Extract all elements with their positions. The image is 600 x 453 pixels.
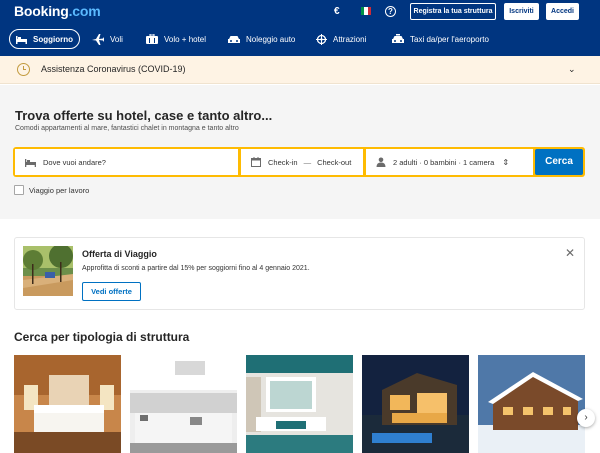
logo-main-text: Booking [14, 3, 69, 19]
work-trip-checkbox-row[interactable]: Viaggio per lavoro [14, 185, 89, 195]
covid-banner-label: Assistenza Coronavirus (COVID-19) [41, 64, 186, 74]
suitcase-icon [146, 34, 158, 44]
checkout-label[interactable]: Check-out [317, 158, 351, 167]
register-property-button[interactable]: Registra la tua struttura [410, 3, 496, 20]
property-type-card[interactable] [246, 355, 353, 453]
person-icon [376, 157, 386, 167]
nav-item-voli[interactable]: Voli [92, 28, 123, 50]
nav-item-noleggio-auto[interactable]: Noleggio auto [228, 28, 295, 50]
nav-label: Noleggio auto [246, 34, 296, 44]
attractions-icon [316, 33, 327, 45]
apartment-image [130, 355, 237, 453]
hero-title: Trova offerte su hotel, case e tanto alt… [15, 108, 273, 123]
calendar-icon [251, 157, 261, 167]
see-offers-button[interactable]: Vedi offerte [82, 282, 141, 301]
top-header: Booking.com € ? Registra la tua struttur… [0, 0, 600, 56]
offer-thumbnail-image [23, 246, 73, 296]
signup-button[interactable]: Iscriviti [504, 3, 539, 20]
property-types-title: Cerca per tipologia di struttura [14, 330, 190, 344]
offer-title: Offerta di Viaggio [82, 249, 157, 259]
car-icon [228, 35, 240, 43]
work-trip-label: Viaggio per lavoro [29, 185, 90, 195]
clock-icon [17, 63, 30, 76]
nav-label: Soggiorno [33, 34, 73, 44]
plane-icon [92, 33, 104, 45]
help-icon[interactable]: ? [385, 6, 396, 17]
villa-image [362, 355, 469, 453]
nav-label: Volo + hotel [164, 34, 207, 44]
destination-placeholder: Dove vuoi andare? [43, 157, 106, 167]
date-picker-field[interactable]: Check-in — Check-out [241, 149, 363, 175]
updown-chevron-icon: ⇕ [502, 157, 510, 167]
nav-label: Attrazioni [333, 34, 367, 44]
destination-field[interactable]: Dove vuoi andare? [15, 149, 238, 175]
hero-subtitle: Comodi appartamenti al mare, fantastici … [15, 125, 239, 132]
nav-item-volo-hotel[interactable]: Volo + hotel [146, 28, 206, 50]
bed-icon [16, 35, 27, 44]
hotel-room-image [14, 355, 121, 453]
booking-logo[interactable]: Booking.com [14, 3, 101, 19]
travel-offer-card: Offerta di Viaggio Approfitta di sconti … [14, 237, 585, 310]
work-trip-checkbox[interactable] [14, 185, 24, 195]
offer-description: Approfitta di sconti a partire dal 15% p… [82, 265, 310, 272]
date-separator: — [303, 157, 312, 167]
nav-item-taxi[interactable]: Taxi da/per l'aeroporto [392, 28, 489, 50]
language-flag-icon[interactable] [361, 7, 371, 15]
nav-item-attrazioni[interactable]: Attrazioni [316, 28, 366, 50]
nav-item-soggiorno[interactable]: Soggiorno [9, 29, 80, 49]
chevron-down-icon[interactable]: ⌄ [568, 64, 576, 75]
guests-field[interactable]: 2 adulti · 0 bambini · 1 camera ⇕ [366, 149, 533, 175]
carousel-next-button[interactable]: › [577, 409, 595, 427]
nav-label: Taxi da/per l'aeroporto [410, 34, 489, 44]
nav-label: Voli [110, 34, 123, 44]
chalet-image [478, 355, 585, 453]
logo-suffix-text: .com [68, 3, 101, 19]
login-button[interactable]: Accedi [546, 3, 579, 20]
property-type-card[interactable] [14, 355, 121, 453]
search-button[interactable]: Cerca [535, 149, 583, 175]
taxi-icon [392, 34, 404, 43]
guests-summary: 2 adulti · 0 bambini · 1 camera [393, 157, 495, 167]
bed-icon [25, 158, 36, 167]
property-type-card[interactable] [130, 355, 237, 453]
close-icon[interactable]: ✕ [565, 246, 575, 260]
covid-banner[interactable]: Assistenza Coronavirus (COVID-19) ⌄ [0, 56, 600, 84]
search-box: Dove vuoi andare? Check-in — Check-out 2… [13, 147, 585, 177]
main-nav: Soggiorno Voli Volo + hotel Noleggio aut… [0, 28, 600, 52]
property-type-card[interactable] [362, 355, 469, 453]
property-type-card[interactable] [478, 355, 585, 453]
checkin-label[interactable]: Check-in [268, 158, 298, 167]
resort-image [246, 355, 353, 453]
currency-selector[interactable]: € [334, 6, 340, 17]
